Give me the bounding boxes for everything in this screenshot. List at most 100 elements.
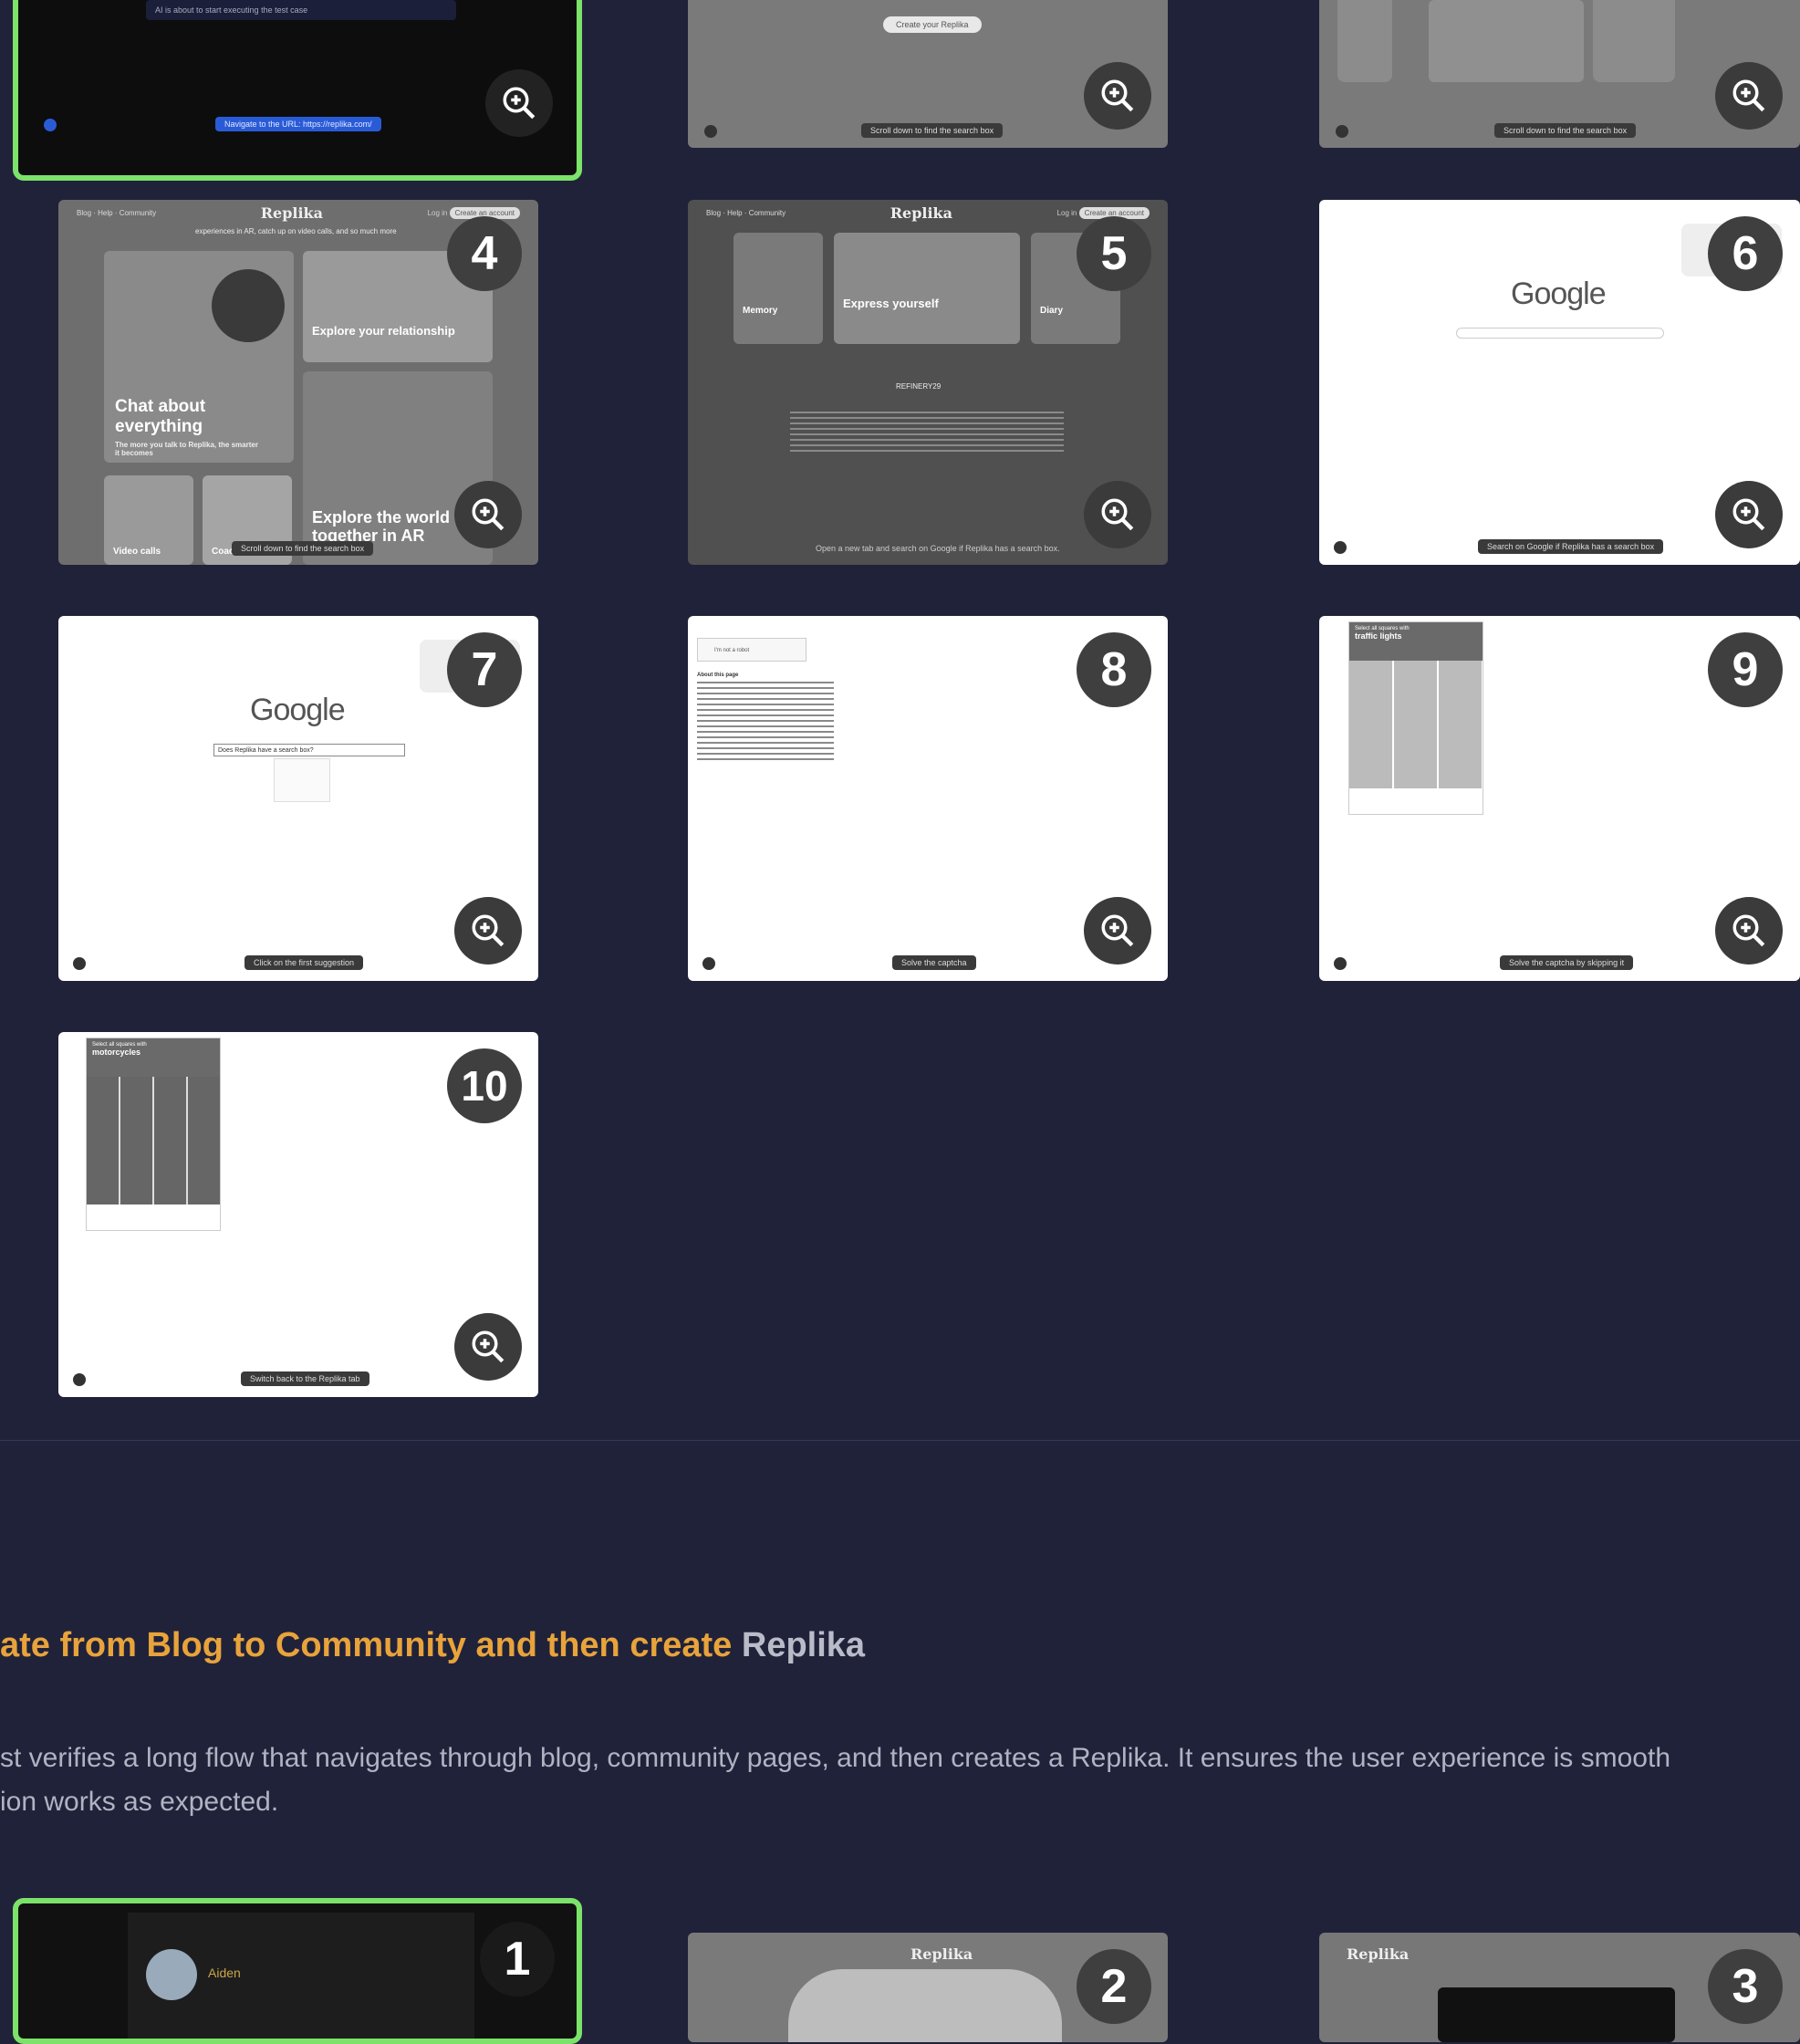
- captcha-target: traffic lights: [1355, 631, 1402, 641]
- tile-title: Chat about everything: [115, 397, 206, 436]
- info-dot: [1334, 541, 1347, 554]
- step-card-10[interactable]: Select all squares with motorcycles Swit…: [58, 1032, 538, 1397]
- review-card: [1429, 0, 1584, 82]
- info-dot: [1336, 125, 1348, 138]
- avatar-figure: [212, 269, 285, 342]
- zoom-button[interactable]: [485, 69, 553, 137]
- press-logo: REFINERY29: [896, 382, 942, 391]
- step-caption: Scroll down to find the search box: [1494, 123, 1637, 138]
- step-number-badge: 9: [1708, 632, 1783, 707]
- tile-title: Explore your relationship: [312, 324, 455, 338]
- suggestion-dropdown[interactable]: [274, 758, 330, 802]
- next-step-card-3[interactable]: Replika 3: [1319, 1933, 1800, 2042]
- captcha-widget[interactable]: Select all squares with motorcycles: [86, 1038, 221, 1231]
- nav-right: Log in Create an account: [428, 206, 520, 219]
- zoom-button[interactable]: [454, 481, 522, 548]
- step-card-7[interactable]: Google Does Replika have a search box? C…: [58, 616, 538, 981]
- zoom-button[interactable]: [454, 897, 522, 965]
- avatar: [146, 1949, 197, 2000]
- step-card-prev-b[interactable]: Create your Replika Scroll down to find …: [688, 0, 1168, 148]
- step-card-prev-c[interactable]: Scroll down to find the search box: [1319, 0, 1800, 148]
- next-step-card-2[interactable]: Replika 2: [688, 1933, 1168, 2042]
- tile-title: Express yourself: [843, 297, 939, 310]
- step-card-prev-a[interactable]: AI is about to start executing the test …: [13, 0, 582, 181]
- tile-title: Memory: [743, 306, 778, 316]
- step-caption: Search on Google if Replika has a search…: [1478, 539, 1664, 554]
- section-divider: [0, 1440, 1800, 1441]
- brand-logo: Replika: [890, 203, 952, 222]
- tile-video: Video calls: [104, 475, 193, 565]
- person-figure: [1593, 0, 1675, 82]
- ai-indicator-dot: [44, 119, 57, 131]
- zoom-in-icon: [472, 1330, 505, 1363]
- tile-chat: Chat about everything The more you talk …: [104, 251, 294, 463]
- captcha-widget[interactable]: Select all squares with traffic lights: [1348, 621, 1483, 815]
- press-quote: [790, 412, 1064, 454]
- step-number-badge: 8: [1077, 632, 1151, 707]
- description-line: ion works as expected.: [0, 1787, 279, 1817]
- hero-shape: [788, 1969, 1062, 2042]
- test-case-description: st verifies a long flow that navigates t…: [0, 1736, 1670, 1824]
- zoom-in-icon: [1732, 79, 1765, 112]
- step-card-6[interactable]: Google Search on Google if Replika has a…: [1319, 200, 1800, 565]
- step-caption: Solve the captcha: [892, 955, 976, 970]
- hero-panel: [1438, 1987, 1675, 2042]
- captcha-image-grid[interactable]: [87, 1077, 220, 1204]
- recaptcha-label: I'm not a robot: [714, 648, 750, 653]
- zoom-in-icon: [1732, 498, 1765, 531]
- step-number-badge: 7: [447, 632, 522, 707]
- google-search-input[interactable]: Does Replika have a search box?: [213, 744, 405, 756]
- zoom-button[interactable]: [1715, 481, 1783, 548]
- step-number-badge: 5: [1077, 216, 1151, 291]
- step-caption: Click on the first suggestion: [245, 955, 364, 970]
- person-figure: [1337, 0, 1392, 82]
- brand-logo: Replika: [260, 203, 323, 222]
- zoom-button[interactable]: [1084, 897, 1151, 965]
- tile-express: Express yourself: [834, 233, 1020, 344]
- captcha-image-grid[interactable]: [1349, 661, 1483, 788]
- step-caption: Navigate to the URL: https://replika.com…: [215, 117, 381, 131]
- test-case-title[interactable]: ate from Blog to Community and then crea…: [0, 1626, 865, 1665]
- zoom-button[interactable]: [1715, 62, 1783, 130]
- step-number-badge: 6: [1708, 216, 1783, 291]
- step-card-9[interactable]: Select all squares with traffic lights S…: [1319, 616, 1800, 981]
- user-name: Aiden: [208, 1966, 241, 1980]
- step-caption: Switch back to the Replika tab: [241, 1371, 369, 1386]
- google-search-bar[interactable]: [1456, 328, 1664, 339]
- nav-links: Blog · Help · Community: [706, 208, 786, 217]
- zoom-button[interactable]: [1084, 62, 1151, 130]
- info-dot: [73, 1373, 86, 1386]
- step-caption: Scroll down to find the search box: [861, 123, 1004, 138]
- step-number-badge: 4: [447, 216, 522, 291]
- zoom-button[interactable]: [1715, 897, 1783, 965]
- zoom-button[interactable]: [1084, 481, 1151, 548]
- tile-subtitle: The more you talk to Replika, the smarte…: [115, 441, 258, 457]
- status-bar: AI is about to start executing the test …: [146, 0, 456, 20]
- status-text: AI is about to start executing the test …: [155, 5, 308, 15]
- step-card-4[interactable]: Blog · Help · Community Replika Log in C…: [58, 200, 538, 565]
- captcha-target: motorcycles: [92, 1048, 141, 1057]
- captcha-header: Select all squares with traffic lights: [1349, 622, 1483, 661]
- info-dot: [702, 957, 715, 970]
- info-dot: [73, 957, 86, 970]
- about-text: [697, 682, 834, 764]
- zoom-in-icon: [1101, 79, 1134, 112]
- tile-title: Video calls: [113, 547, 161, 557]
- step-card-8[interactable]: I'm not a robot About this page Solve th…: [688, 616, 1168, 981]
- about-heading: About this page: [697, 673, 739, 678]
- step-number-badge: 1: [480, 1922, 555, 1997]
- google-logo: Google: [1511, 276, 1607, 311]
- zoom-in-icon: [472, 498, 505, 531]
- step-number-badge: 3: [1708, 1949, 1783, 2024]
- step-number-badge: 2: [1077, 1949, 1151, 2024]
- recaptcha-box[interactable]: I'm not a robot: [697, 638, 806, 662]
- nav-right: Log in Create an account: [1057, 206, 1150, 219]
- captcha-header: Select all squares with motorcycles: [87, 1038, 220, 1077]
- step-caption: Solve the captcha by skipping it: [1500, 955, 1634, 970]
- step-card-5[interactable]: Blog · Help · Community Replika Log in C…: [688, 200, 1168, 565]
- google-logo: Google: [250, 693, 346, 727]
- next-step-card-1[interactable]: Aiden 1: [13, 1898, 582, 2044]
- zoom-in-icon: [503, 87, 536, 120]
- create-replika-button[interactable]: Create your Replika: [883, 16, 982, 33]
- zoom-button[interactable]: [454, 1313, 522, 1381]
